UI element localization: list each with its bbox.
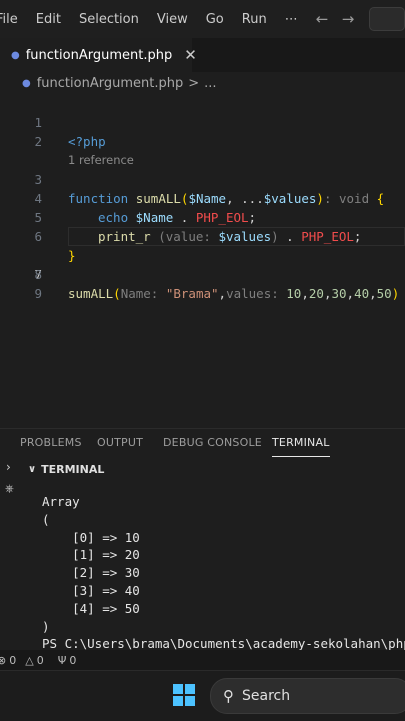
code-line: 5 print_r (value: $values) . PHP_EOL; [0,189,405,244]
code-line: 8 sumALL(Name: "Brama",values: 10,20,30,… [0,246,405,301]
chevron-right-icon: > [188,75,200,91]
code-line: 3 function sumALL($Name, ...$values): vo… [0,151,405,206]
current-line-highlight [68,227,405,246]
command-center-search[interactable] [369,7,405,31]
panel-tab-bar: PROBLEMS OUTPUT DEBUG CONSOLE TERMINAL [0,428,405,457]
tab-debug-console[interactable]: DEBUG CONSOLE [163,429,262,457]
terminal-line: ) [42,618,50,634]
tab-terminal[interactable]: TERMINAL [272,429,330,457]
tab-label: functionArgument.php [25,47,173,63]
php-elephant-icon: ● [22,77,31,89]
arrow-left-icon[interactable]: ← [309,10,335,28]
code-editor[interactable]: 1 <?php 2 1 reference 3 function sumALL(… [0,94,405,424]
status-bar: ⊗ 0 △ 0 Ψ 0 [0,650,405,670]
ports-count[interactable]: 0 [69,654,76,667]
tab-problems[interactable]: PROBLEMS [20,429,82,457]
menu-go[interactable]: Go [197,12,233,27]
terminal-output[interactable]: Array ( [0] => 10 [1] => 20 [2] => 30 [3… [42,493,405,653]
menu-bar: File Edit Selection View Go Run ⋯ ← → [0,0,405,38]
code-line: 1 <?php [0,94,405,149]
editor-tab-bar: ● functionArgument.php ✕ [0,38,405,72]
search-icon: ⚲ [223,687,234,705]
navigation-controls: ← → [309,0,405,38]
php-elephant-icon: ● [11,49,20,61]
terminal-line: ( [42,511,50,527]
terminal-line: [0] => 10 [42,529,140,545]
warning-icon[interactable]: △ [25,654,33,667]
codelens-row: 1 reference [0,132,405,167]
tab-function-argument[interactable]: ● functionArgument.php ✕ [0,38,197,72]
windows-start-icon[interactable] [173,684,195,706]
terminal-line: [2] => 30 [42,565,140,581]
terminal-gutter: › ⎈ [0,458,22,648]
breadcrumb: ● functionArgument.php > ... [0,72,405,94]
tab-output[interactable]: OUTPUT [97,429,143,457]
plug-icon[interactable]: ⎈ [5,482,14,496]
breadcrumb-more[interactable]: ... [204,76,216,91]
arrow-right-icon[interactable]: → [335,10,361,28]
line-number: 9 [34,286,42,301]
error-icon[interactable]: ⊗ [0,654,6,667]
code-line: 4 echo $Name . PHP_EOL; [0,170,405,225]
menu-edit[interactable]: Edit [27,12,70,27]
warning-count[interactable]: 0 [37,654,44,667]
menu-selection[interactable]: Selection [70,12,148,27]
chevron-right-icon[interactable]: › [6,460,11,474]
error-count[interactable]: 0 [9,654,16,667]
breadcrumb-file[interactable]: functionArgument.php [37,76,183,91]
menu-more[interactable]: ⋯ [276,12,307,27]
close-icon[interactable]: ✕ [184,46,197,64]
ports-icon[interactable]: Ψ [58,654,67,667]
taskbar-search-label: Search [242,688,291,704]
terminal-line: [3] => 40 [42,582,140,598]
terminal-title: TERMINAL [41,462,105,476]
terminal-line: Array [42,494,80,509]
code-line: 9 [0,265,405,301]
terminal-line: [1] => 20 [42,547,140,563]
code-line-current: 7 [0,227,405,282]
terminal-section-header[interactable]: ∨ TERMINAL [0,458,405,480]
chevron-down-icon: ∨ [28,463,37,475]
terminal-line: [4] => 50 [42,600,140,616]
taskbar-search[interactable]: ⚲ Search [210,678,405,714]
code-line: 2 [0,113,405,149]
menu-file[interactable]: File [0,12,27,27]
code-line: 6 } [0,208,405,263]
menu-view[interactable]: View [148,12,197,27]
menu-run[interactable]: Run [233,12,276,27]
windows-taskbar: ⚲ Search [0,670,405,721]
